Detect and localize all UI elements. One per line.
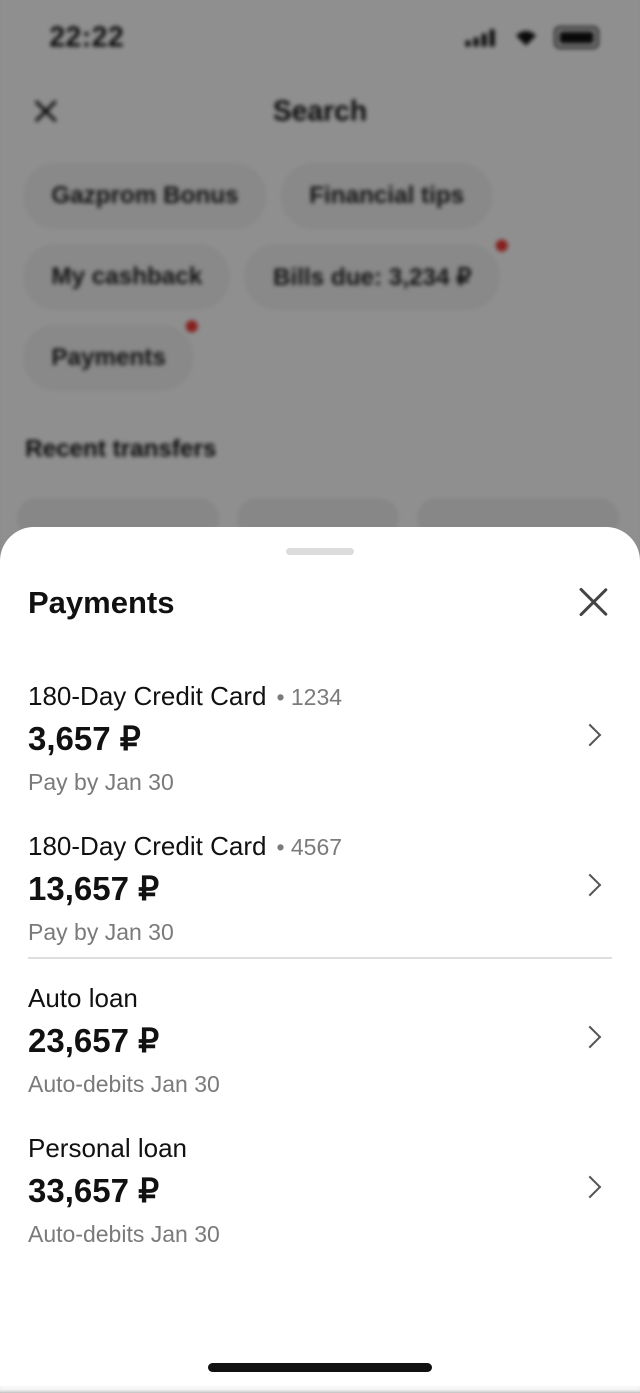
payment-amount: 33,657 ₽ [28, 1172, 160, 1209]
payment-due: Pay by Jan 30 [28, 919, 174, 945]
payment-name: 180-Day Credit Card [28, 681, 267, 711]
sheet-grabber[interactable] [286, 548, 354, 555]
chevron-right-icon [578, 1025, 602, 1049]
card-number-suffix: • 4567 [276, 834, 343, 860]
payment-item[interactable]: Personal loan 33,657 ₽ Auto-debits Jan 3… [0, 1133, 640, 1273]
payments-sheet: Payments 180-Day Credit Card • 1234 3,65… [0, 527, 640, 1386]
payment-name: 180-Day Credit Card [28, 831, 267, 861]
payment-amount: 3,657 ₽ [28, 720, 141, 757]
chevron-right-icon [578, 873, 602, 897]
payment-due: Auto-debits Jan 30 [28, 1071, 220, 1097]
payment-name-row: 180-Day Credit Card • 4567 [28, 831, 342, 862]
home-indicator[interactable] [208, 1363, 432, 1372]
payment-name: Auto loan [28, 983, 138, 1013]
payment-due: Pay by Jan 30 [28, 769, 174, 795]
payment-amount: 13,657 ₽ [28, 870, 160, 907]
payment-amount: 23,657 ₽ [28, 1022, 160, 1059]
payment-name: Personal loan [28, 1133, 187, 1163]
card-number-suffix: • 1234 [276, 684, 343, 710]
payment-item[interactable]: Auto loan 23,657 ₽ Auto-debits Jan 30 [0, 983, 640, 1123]
chevron-right-icon [578, 723, 602, 747]
payment-name-row: 180-Day Credit Card • 1234 [28, 681, 342, 712]
payment-name-row: Personal loan [28, 1133, 187, 1164]
chevron-right-icon [578, 1175, 602, 1199]
payment-name-row: Auto loan [28, 983, 138, 1014]
section-divider [28, 957, 612, 959]
payment-due: Auto-debits Jan 30 [28, 1221, 220, 1247]
payment-item[interactable]: 180-Day Credit Card • 1234 3,657 ₽ Pay b… [0, 681, 640, 821]
close-icon[interactable] [576, 585, 610, 619]
payment-item[interactable]: 180-Day Credit Card • 4567 13,657 ₽ Pay … [0, 831, 640, 971]
sheet-title: Payments [28, 585, 175, 620]
